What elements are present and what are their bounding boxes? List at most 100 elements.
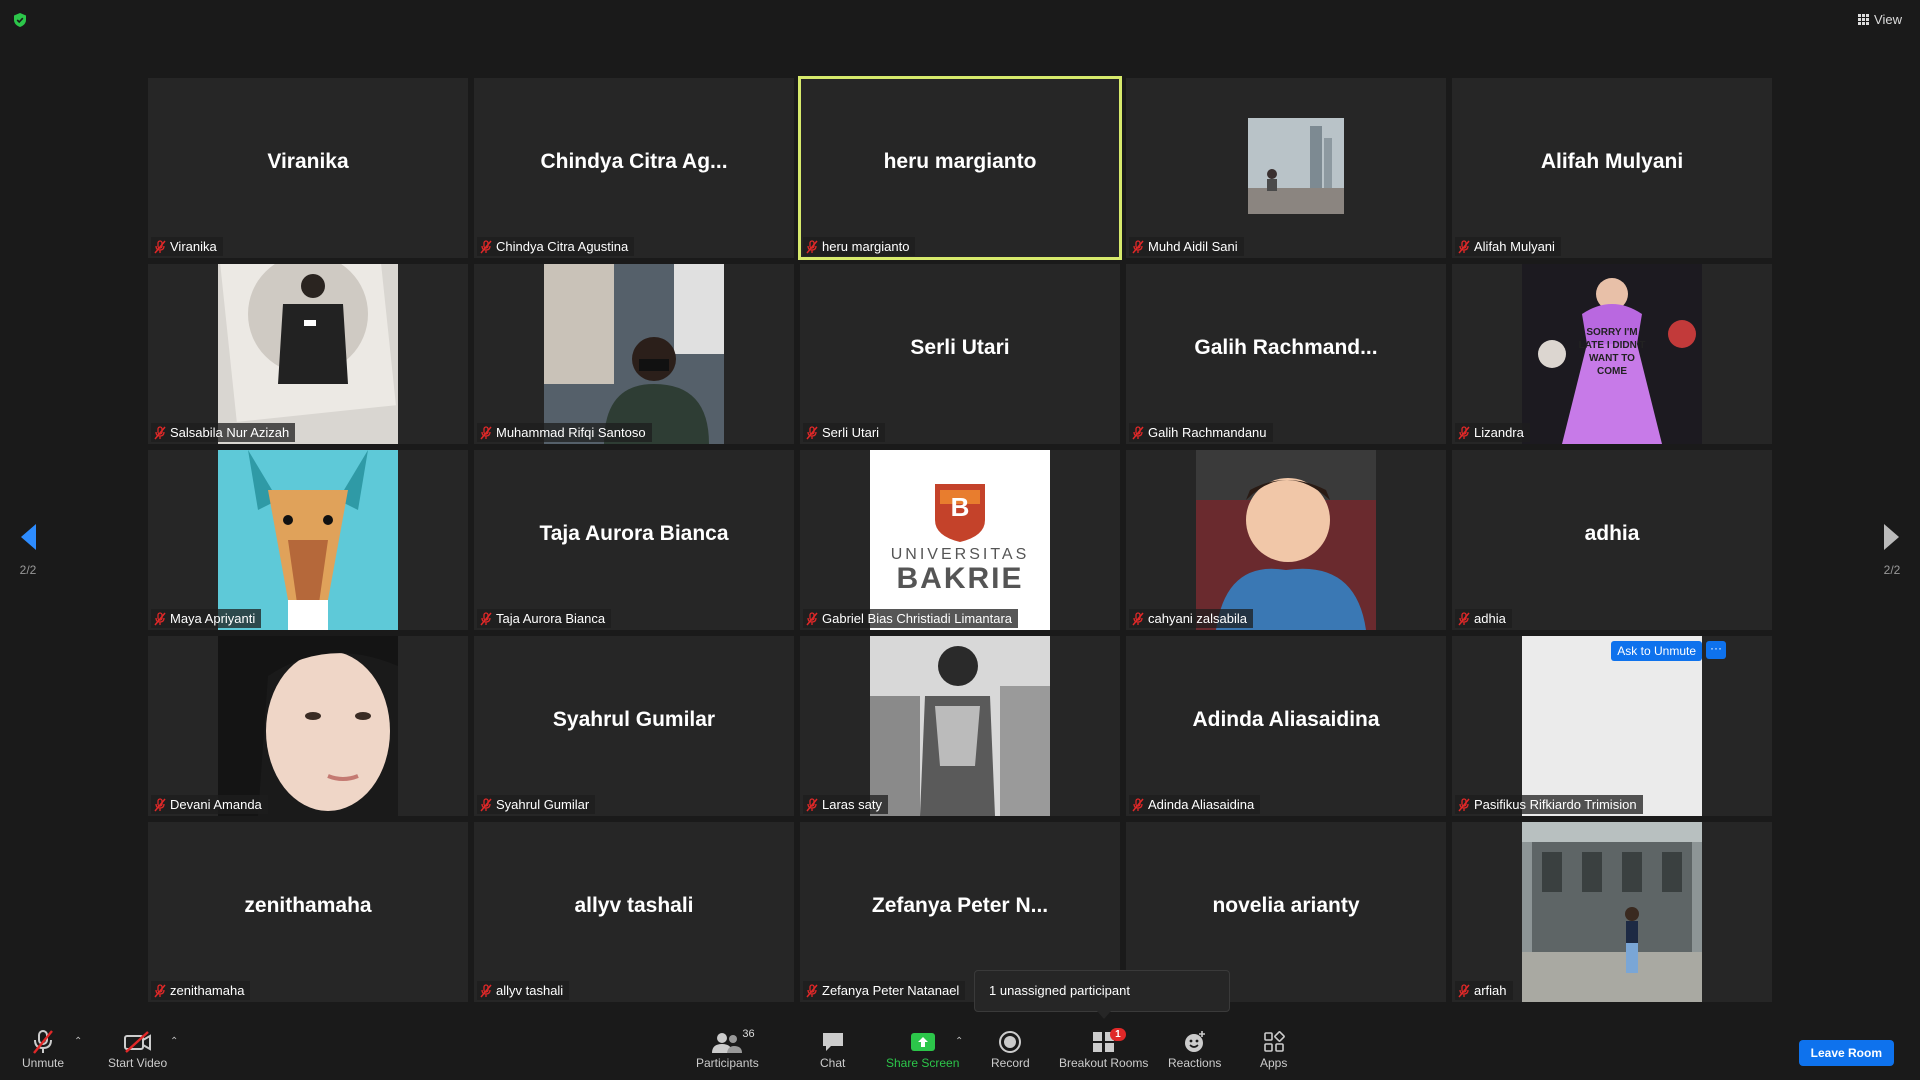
participant-name-label: Pasifikus Rifkiardo Trimision bbox=[1455, 795, 1643, 814]
poster-text: SORRY I'M LATE I DIDN'T WANT TO COME bbox=[1578, 327, 1646, 377]
unmute-button[interactable]: Unmute bbox=[22, 1028, 64, 1070]
participant-tile[interactable]: arfiah bbox=[1452, 822, 1772, 1002]
participant-name: Devani Amanda bbox=[170, 797, 262, 812]
start-video-button[interactable]: Start Video bbox=[108, 1028, 167, 1070]
participant-tile[interactable]: Ask to Unmute ··· Pasifikus Rifkiardo Tr… bbox=[1452, 636, 1772, 816]
arrow-left-icon bbox=[21, 524, 36, 550]
meeting-toolbar: Unmute ⌃ Start Video ⌃ 36 Participants C… bbox=[0, 1024, 1920, 1080]
participant-tile[interactable]: Adinda Aliasaidina Adinda Aliasaidina bbox=[1126, 636, 1446, 816]
participant-name-label: Taja Aurora Bianca bbox=[477, 609, 612, 628]
participant-name: Alifah Mulyani bbox=[1474, 239, 1555, 254]
breakout-rooms-button[interactable]: 1 Breakout Rooms bbox=[1059, 1028, 1148, 1070]
participant-tile[interactable]: SORRY I'M LATE I DIDN'T WANT TO COME Liz… bbox=[1452, 264, 1772, 444]
participant-tile[interactable]: Chindya Citra Ag... Chindya Citra Agusti… bbox=[474, 78, 794, 258]
security-shield-icon[interactable] bbox=[12, 12, 28, 28]
participant-tile[interactable]: Alifah Mulyani Alifah Mulyani bbox=[1452, 78, 1772, 258]
participants-count: 36 bbox=[742, 1028, 755, 1040]
participant-display-name: Chindya Citra Ag... bbox=[540, 150, 728, 173]
leave-room-button[interactable]: Leave Room bbox=[1798, 1040, 1894, 1066]
participant-name: Viranika bbox=[170, 239, 217, 254]
profile-photo bbox=[1196, 450, 1376, 630]
participant-tile[interactable]: Salsabila Nur Azizah bbox=[148, 264, 468, 444]
participant-name: heru margianto bbox=[822, 239, 910, 254]
participant-name-label: Laras saty bbox=[803, 795, 888, 814]
participant-name-label: Maya Apriyanti bbox=[151, 609, 262, 628]
participant-tile[interactable]: Laras saty bbox=[800, 636, 1120, 816]
video-options-caret-icon[interactable]: ⌃ bbox=[170, 1036, 178, 1047]
logo-letter: B bbox=[950, 492, 970, 522]
unmute-label: Unmute bbox=[22, 1056, 65, 1070]
participant-name-label: Viranika bbox=[151, 237, 223, 256]
participant-name-label: Syahrul Gumilar bbox=[477, 795, 596, 814]
apps-icon bbox=[1263, 1031, 1285, 1052]
participant-tile[interactable]: B UNIVERSITAS BAKRIE Gabriel Bias Christ… bbox=[800, 450, 1120, 630]
participant-tile[interactable]: Muhammad Rifqi Santoso bbox=[474, 264, 794, 444]
participant-name: cahyani zalsabila bbox=[1148, 611, 1248, 626]
chat-label: Chat bbox=[820, 1056, 846, 1070]
participant-name-label: Galih Rachmandanu bbox=[1129, 423, 1273, 442]
participant-tile[interactable]: allyv tashali allyv tashali bbox=[474, 822, 794, 1002]
participant-name-label: Chindya Citra Agustina bbox=[477, 237, 635, 256]
participant-tile[interactable]: Serli Utari Serli Utari bbox=[800, 264, 1120, 444]
participant-name-label: Adinda Aliasaidina bbox=[1129, 795, 1261, 814]
ask-to-unmute-button[interactable]: Ask to Unmute bbox=[1611, 641, 1702, 661]
muted-mic-icon bbox=[1132, 239, 1144, 253]
participant-tile[interactable]: Galih Rachmand... Galih Rachmandanu bbox=[1126, 264, 1446, 444]
participant-display-name: heru margianto bbox=[883, 150, 1037, 173]
participant-name: arfiah bbox=[1474, 983, 1507, 998]
chat-button[interactable]: Chat bbox=[820, 1028, 845, 1070]
participant-tile[interactable]: Viranika Viranika bbox=[148, 78, 468, 258]
participant-tile[interactable]: cahyani zalsabila bbox=[1126, 450, 1446, 630]
participant-name: Zefanya Peter Natanael bbox=[822, 983, 960, 998]
participant-name-label: Muhammad Rifqi Santoso bbox=[477, 423, 652, 442]
muted-mic-icon bbox=[806, 797, 818, 811]
view-button[interactable]: View bbox=[1858, 12, 1902, 27]
participant-name-label: zenithamaha bbox=[151, 981, 251, 1000]
muted-mic-icon bbox=[806, 983, 818, 997]
reactions-smiley-icon bbox=[1184, 1031, 1205, 1052]
participant-name: adhia bbox=[1474, 611, 1506, 626]
participant-tile[interactable]: Devani Amanda bbox=[148, 636, 468, 816]
meeting-window: View 2/2 2/2 Viranika Viranika Chindya C… bbox=[0, 0, 1920, 1080]
participant-name-label: cahyani zalsabila bbox=[1129, 609, 1254, 628]
participant-display-name: Syahrul Gumilar bbox=[552, 708, 716, 731]
audio-options-caret-icon[interactable]: ⌃ bbox=[74, 1036, 82, 1047]
apps-button[interactable]: Apps bbox=[1260, 1028, 1287, 1070]
unassigned-participant-tooltip[interactable]: 1 unassigned participant bbox=[974, 970, 1230, 1019]
reactions-button[interactable]: Reactions bbox=[1168, 1028, 1221, 1070]
muted-mic-icon bbox=[480, 425, 492, 439]
share-screen-button[interactable]: Share Screen bbox=[886, 1028, 959, 1070]
participant-name-label: Zefanya Peter Natanael bbox=[803, 981, 966, 1000]
more-options-button[interactable]: ··· bbox=[1706, 641, 1726, 659]
participant-name: Pasifikus Rifkiardo Trimision bbox=[1474, 797, 1637, 812]
profile-photo: SORRY I'M LATE I DIDN'T WANT TO COME bbox=[1522, 264, 1702, 444]
share-options-caret-icon[interactable]: ⌃ bbox=[955, 1036, 963, 1047]
profile-photo bbox=[1522, 636, 1702, 816]
participant-name: Adinda Aliasaidina bbox=[1148, 797, 1255, 812]
participant-name-label: arfiah bbox=[1455, 981, 1513, 1000]
muted-mic-icon bbox=[33, 1030, 53, 1054]
page-indicator-left: 2/2 bbox=[19, 563, 37, 577]
participant-tile[interactable]: zenithamaha zenithamaha bbox=[148, 822, 468, 1002]
participant-name: Laras saty bbox=[822, 797, 882, 812]
participant-tile[interactable]: Taja Aurora Bianca Taja Aurora Bianca bbox=[474, 450, 794, 630]
participant-display-name: Alifah Mulyani bbox=[1540, 150, 1684, 173]
participant-tile-active-speaker[interactable]: heru margianto heru margianto bbox=[798, 76, 1122, 260]
muted-mic-icon bbox=[480, 239, 492, 253]
record-button[interactable]: Record bbox=[991, 1028, 1030, 1070]
record-icon bbox=[999, 1031, 1022, 1053]
participant-name-label: Muhd Aidil Sani bbox=[1129, 237, 1244, 256]
participant-tile[interactable]: Muhd Aidil Sani bbox=[1126, 78, 1446, 258]
reactions-label: Reactions bbox=[1168, 1056, 1222, 1070]
participant-name: Taja Aurora Bianca bbox=[496, 611, 606, 626]
participant-name: allyv tashali bbox=[496, 983, 564, 998]
participants-button[interactable]: 36 Participants bbox=[696, 1028, 759, 1070]
participant-name: Maya Apriyanti bbox=[170, 611, 256, 626]
participant-tile[interactable]: Maya Apriyanti bbox=[148, 450, 468, 630]
muted-mic-icon bbox=[480, 611, 492, 625]
participant-tile[interactable]: adhia adhia bbox=[1452, 450, 1772, 630]
participant-tile[interactable]: Syahrul Gumilar Syahrul Gumilar bbox=[474, 636, 794, 816]
participant-name-label: Salsabila Nur Azizah bbox=[151, 423, 296, 442]
next-page-button[interactable]: 2/2 bbox=[1872, 522, 1912, 577]
previous-page-button[interactable]: 2/2 bbox=[8, 522, 48, 577]
